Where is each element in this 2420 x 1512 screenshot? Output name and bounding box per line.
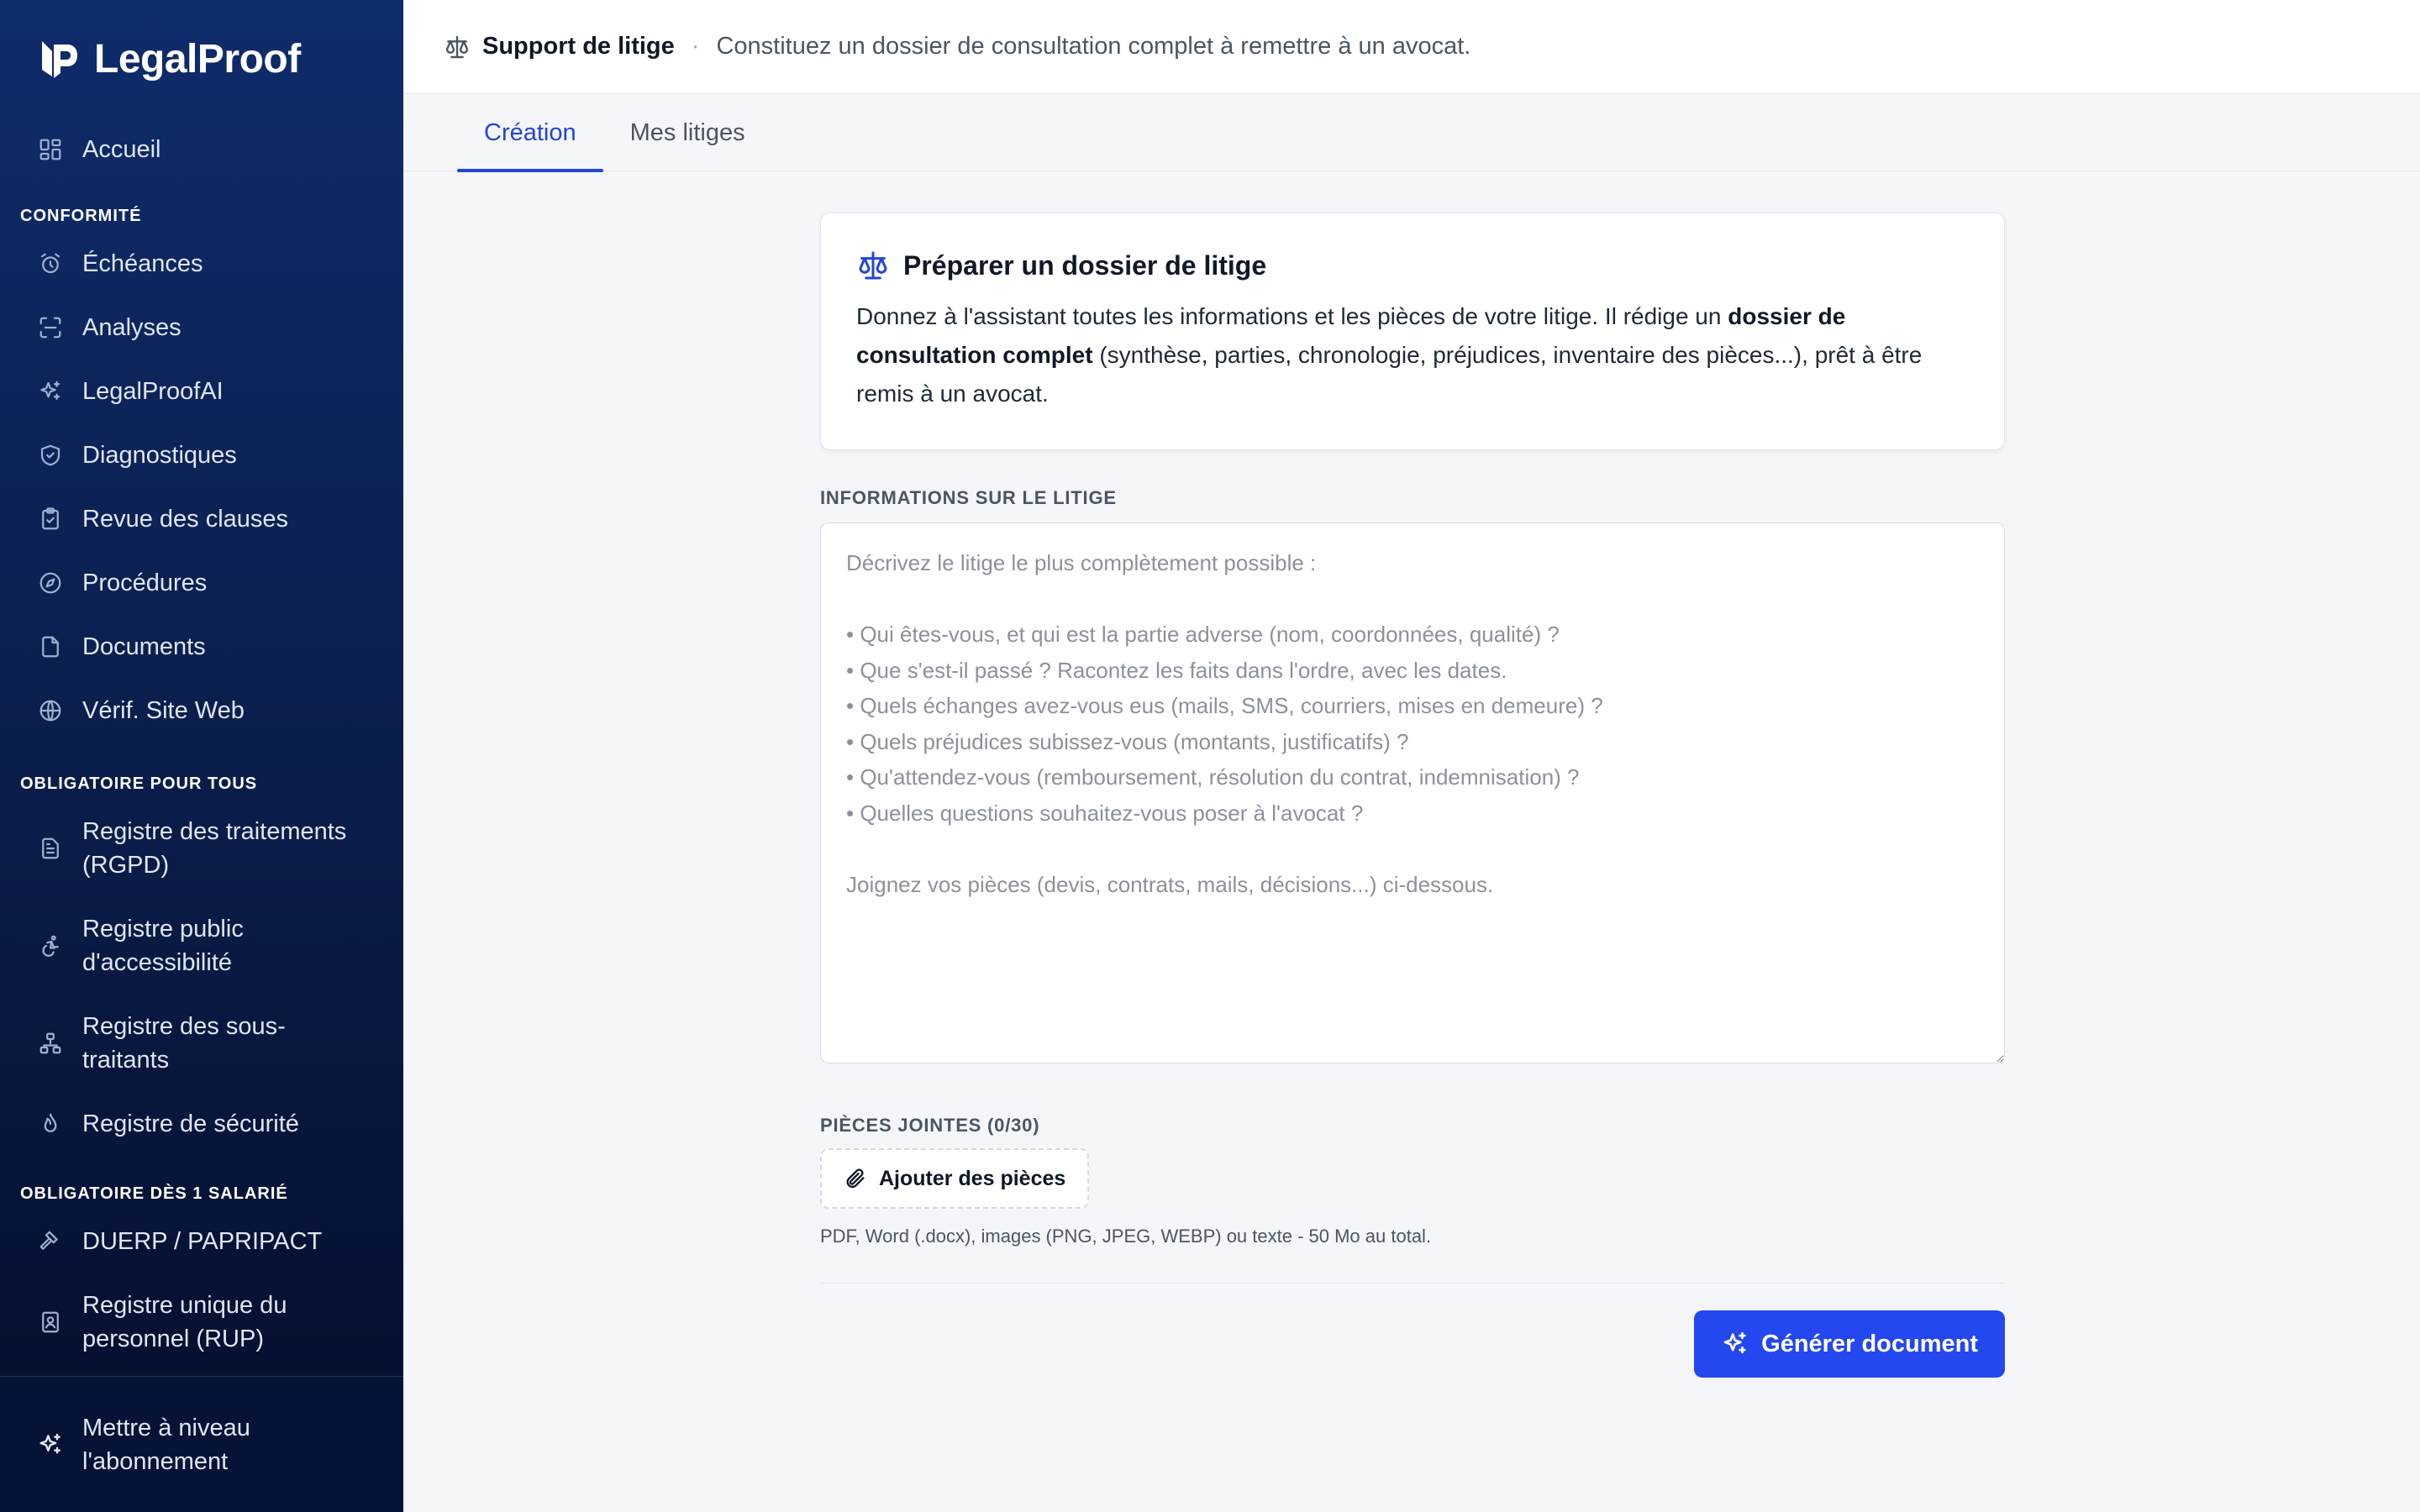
- sidebar-item-label: Échéances: [82, 249, 203, 277]
- sidebar-item-registre-accessibilite[interactable]: Registre public d'accessibilité: [0, 897, 403, 995]
- sidebar-item-label: Vérif. Site Web: [82, 696, 245, 724]
- sidebar-section-title: OBLIGATOIRE DÈS 1 SALARIÉ: [20, 1184, 288, 1203]
- sidebar-item-verif-site-web[interactable]: Vérif. Site Web: [0, 679, 403, 743]
- upgrade-subscription-button[interactable]: Mettre à niveau l'abonnement: [0, 1376, 403, 1512]
- hammer-icon: [37, 1228, 64, 1255]
- sidebar-item-label: Analyses: [82, 313, 182, 341]
- scan-icon: [37, 314, 64, 341]
- intro-header: Préparer un dossier de litige: [856, 249, 1969, 282]
- sidebar-item-label: Registre des traitements (RGPD): [82, 818, 347, 879]
- sidebar-item-label: Procédures: [82, 569, 208, 596]
- sidebar-section-title: OBLIGATOIRE POUR TOUS: [20, 774, 258, 793]
- sidebar-item-label: Revue des clauses: [82, 505, 289, 533]
- network-icon: [37, 1030, 64, 1057]
- sparkles-icon: [39, 1433, 60, 1454]
- sidebar-item-label: Registre unique du personnel (RUP): [82, 1292, 287, 1352]
- sparkles-icon: [37, 378, 64, 405]
- sidebar-item-accueil[interactable]: Accueil: [0, 118, 403, 181]
- sidebar-item-analyses[interactable]: Analyses: [0, 296, 403, 360]
- sidebar-item-label: Diagnostiques: [82, 441, 237, 469]
- sidebar-item-label: Documents: [82, 633, 206, 660]
- sidebar-item-registre-traitements[interactable]: Registre des traitements (RGPD): [0, 800, 403, 897]
- tab-bar: Création Mes litiges: [403, 94, 2420, 172]
- sidebar-item-label: Registre des sous-traitants: [82, 1013, 286, 1074]
- sidebar-item-documents[interactable]: Documents: [0, 615, 403, 679]
- add-attachments-label: Ajouter des pièces: [879, 1166, 1066, 1190]
- sidebar-item-procedures[interactable]: Procédures: [0, 551, 403, 615]
- sidebar-item-label: Accueil: [82, 135, 161, 163]
- flame-icon: [37, 1110, 64, 1137]
- topbar: Support de litige · Constituez un dossie…: [403, 0, 2420, 94]
- sidebar-item-label: LegalProofAI: [82, 377, 224, 405]
- alarm-clock-icon: [37, 250, 64, 277]
- sidebar-item-diagnostiques[interactable]: Diagnostiques: [0, 423, 403, 487]
- generate-document-button[interactable]: Générer document: [1694, 1310, 2005, 1378]
- tab-creation[interactable]: Création: [457, 94, 603, 172]
- sidebar-nav: Accueil CONFORMITÉ Échéances Analyses Le…: [0, 118, 403, 1512]
- legalproof-logo-icon: [42, 41, 77, 78]
- generate-document-label: Générer document: [1761, 1330, 1978, 1357]
- sidebar-item-duerp[interactable]: DUERP / PAPRIPACT: [0, 1210, 403, 1273]
- accessibility-icon: [37, 932, 64, 959]
- litige-description-input[interactable]: [820, 522, 2005, 1063]
- sidebar-section-title: CONFORMITÉ: [20, 207, 142, 225]
- attachments-hint: PDF, Word (.docx), images (PNG, JPEG, WE…: [820, 1226, 1432, 1247]
- form-actions: Générer document: [820, 1310, 2005, 1378]
- page-title: Support de litige: [482, 33, 675, 60]
- app: LegalProof Accueil CONFORMITÉ Échéances: [0, 0, 2420, 1512]
- sidebar-item-label: Registre public d'accessibilité: [82, 916, 244, 976]
- shield-check-icon: [37, 442, 64, 469]
- sparkles-icon: [1723, 1331, 1746, 1354]
- sidebar: LegalProof Accueil CONFORMITÉ Échéances: [0, 0, 403, 1512]
- sidebar-item-label: Registre de sécurité: [82, 1110, 299, 1137]
- sidebar-item-legalproofai[interactable]: LegalProofAI: [0, 360, 403, 423]
- sidebar-item-registre-securite[interactable]: Registre de sécurité: [0, 1092, 403, 1156]
- paperclip-icon: [846, 1168, 865, 1189]
- intro-card: Préparer un dossier de litige Donnez à l…: [820, 213, 2005, 450]
- page-subtitle: Constituez un dossier de consultation co…: [716, 33, 1471, 60]
- id-badge-icon: [37, 1309, 64, 1336]
- sidebar-item-echeances[interactable]: Échéances: [0, 232, 403, 296]
- scale-icon: [859, 251, 887, 280]
- attachments-label: PIÈCES JOINTES (0/30): [820, 1115, 1040, 1136]
- main-area: Support de litige · Constituez un dossie…: [403, 0, 2420, 1512]
- divider: [820, 1283, 2005, 1284]
- intro-text: Donnez à l'assistant toutes les informat…: [856, 297, 1969, 413]
- sidebar-item-revue-clauses[interactable]: Revue des clauses: [0, 487, 403, 551]
- globe-icon: [37, 697, 64, 724]
- compass-icon: [37, 570, 64, 596]
- brand[interactable]: LegalProof: [0, 0, 403, 118]
- dashboard-icon: [37, 136, 64, 163]
- sidebar-item-registre-personnel[interactable]: Registre unique du personnel (RUP): [0, 1273, 403, 1371]
- intro-title: Préparer un dossier de litige: [903, 249, 1267, 281]
- intro-text-before: Donnez à l'assistant toutes les informat…: [856, 303, 1728, 329]
- sidebar-item-registre-sous-traitants[interactable]: Registre des sous-traitants: [0, 995, 403, 1092]
- clipboard-check-icon: [37, 506, 64, 533]
- add-attachments-button[interactable]: Ajouter des pièces: [820, 1148, 1090, 1209]
- file-icon: [37, 633, 64, 660]
- title-separator: ·: [691, 33, 700, 60]
- info-field-label: INFORMATIONS SUR LE LITIGE: [820, 487, 1117, 508]
- brand-name: LegalProof: [94, 36, 301, 81]
- tab-mes-litiges[interactable]: Mes litiges: [603, 94, 772, 171]
- sidebar-item-label: DUERP / PAPRIPACT: [82, 1227, 323, 1255]
- file-list-icon: [37, 835, 64, 862]
- litige-form: Préparer un dossier de litige Donnez à l…: [820, 213, 2005, 1378]
- scale-icon: [445, 35, 469, 58]
- upgrade-label: Mettre à niveau l'abonnement: [82, 1414, 250, 1475]
